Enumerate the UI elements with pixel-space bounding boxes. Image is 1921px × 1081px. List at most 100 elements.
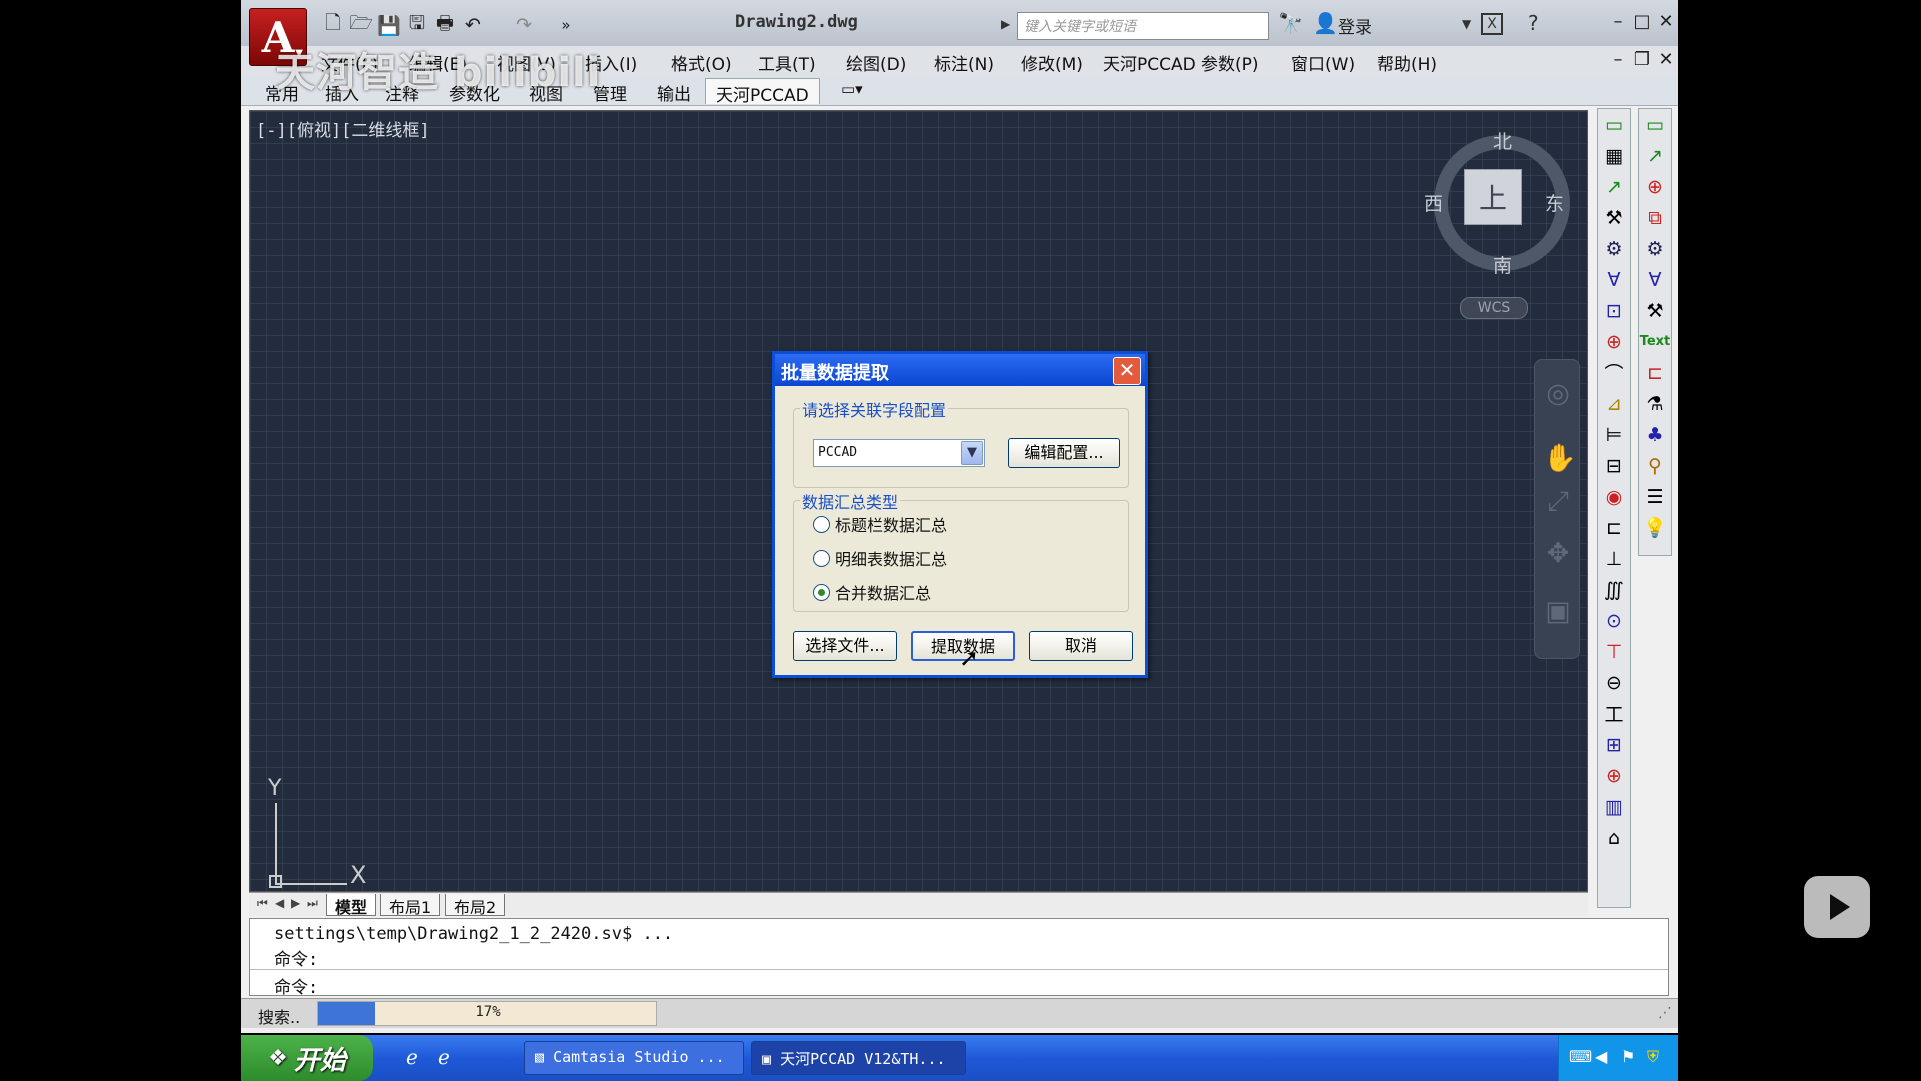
menu-help[interactable]: 帮助(H) bbox=[1377, 50, 1437, 75]
search-part-icon[interactable]: ⚲ bbox=[1639, 450, 1671, 481]
gear-part-icon[interactable]: ⚙ bbox=[1598, 233, 1630, 264]
minimize-icon[interactable]: – bbox=[1607, 11, 1629, 32]
chevron-down-icon[interactable]: ▼ bbox=[961, 441, 983, 465]
radio-circle[interactable] bbox=[813, 515, 830, 533]
print-icon[interactable]: 🖶 bbox=[432, 12, 458, 37]
bolt-icon[interactable]: ⊨ bbox=[1598, 419, 1630, 450]
pipe-icon[interactable]: ⊖ bbox=[1598, 667, 1630, 698]
tab-pccad[interactable]: 天河PCCAD bbox=[705, 78, 820, 106]
binoculars-icon[interactable]: 🔭 bbox=[1278, 11, 1303, 35]
help-icon[interactable]: ? bbox=[1528, 11, 1539, 35]
redo-icon[interactable]: ↷ bbox=[511, 13, 537, 37]
radio-circle[interactable] bbox=[813, 549, 830, 567]
hatch-tool-icon[interactable]: ⚒ bbox=[1598, 202, 1630, 233]
command-window[interactable]: settings\temp\Drawing2_1_2_2420.sv$ ... … bbox=[249, 918, 1669, 998]
doc-minimize-icon[interactable]: – bbox=[1607, 49, 1629, 70]
menu-modify[interactable]: 修改(M) bbox=[1021, 50, 1083, 75]
lightbulb-icon[interactable]: 💡 bbox=[1639, 512, 1671, 543]
zoom-extents-icon[interactable]: ⤢ bbox=[1543, 486, 1573, 517]
text-icon[interactable]: Text bbox=[1639, 326, 1671, 357]
copy-icon[interactable]: ⧉ bbox=[1639, 202, 1671, 233]
new-file-icon[interactable]: 🗋 bbox=[320, 12, 346, 37]
tolerance-icon[interactable]: ⊡ bbox=[1598, 295, 1630, 326]
shield-icon[interactable]: ⛨ bbox=[1647, 1047, 1659, 1067]
first-layout-icon[interactable]: ⏮ bbox=[257, 896, 268, 911]
structure-icon[interactable]: ⌂ bbox=[1598, 822, 1630, 853]
roughness-icon[interactable]: ∀ bbox=[1598, 264, 1630, 295]
pan-hand-icon[interactable]: ✋ bbox=[1543, 442, 1577, 474]
radio-circle-selected[interactable] bbox=[813, 583, 830, 601]
task-camtasia[interactable]: ▧ Camtasia Studio ... bbox=[524, 1041, 744, 1075]
save-as-icon[interactable]: 🖫 bbox=[404, 12, 430, 37]
compass-west[interactable]: 西 bbox=[1424, 189, 1443, 216]
rect-frame-icon[interactable]: ▭ bbox=[1639, 109, 1671, 140]
list-icon[interactable]: ☰ bbox=[1639, 481, 1671, 512]
next-layout-icon[interactable]: ▶ bbox=[291, 896, 300, 910]
doc-restore-icon[interactable]: ❐ bbox=[1631, 49, 1653, 70]
maximize-icon[interactable]: □ bbox=[1631, 11, 1653, 32]
viewport-label[interactable]: [-][俯视][二维线框] bbox=[256, 116, 430, 141]
library-icon[interactable]: ♣ bbox=[1639, 419, 1671, 450]
keyboard-icon[interactable]: ⌨ bbox=[1569, 1047, 1592, 1066]
tool-icon[interactable]: ⚒ bbox=[1639, 295, 1671, 326]
browser-icon[interactable]: ℯ bbox=[438, 1045, 450, 1069]
radio-bom[interactable]: 明细表数据汇总 bbox=[813, 547, 947, 569]
beam-icon[interactable]: 工 bbox=[1598, 698, 1630, 729]
menu-tools[interactable]: 工具(T) bbox=[758, 50, 816, 75]
last-layout-icon[interactable]: ⏭ bbox=[307, 896, 318, 911]
center-mark-icon[interactable]: ⊕ bbox=[1639, 171, 1671, 202]
wcs-menu[interactable]: WCS bbox=[1460, 297, 1528, 319]
menu-parameter[interactable]: 参数(P) bbox=[1201, 50, 1259, 75]
building-icon[interactable]: ▥ bbox=[1598, 791, 1630, 822]
bearing-icon[interactable]: ◉ bbox=[1598, 481, 1630, 512]
menu-draw[interactable]: 绘图(D) bbox=[846, 50, 906, 75]
weld-icon[interactable]: ⊿ bbox=[1598, 388, 1630, 419]
login-link[interactable]: 登录 bbox=[1338, 13, 1372, 38]
flange-icon[interactable]: ⊤ bbox=[1598, 636, 1630, 667]
tab-layout1[interactable]: 布局1 bbox=[380, 894, 441, 917]
gear-icon[interactable]: ⚙ bbox=[1639, 233, 1671, 264]
balloon-icon[interactable]: ⊏ bbox=[1639, 357, 1671, 388]
motor-icon[interactable]: ⊞ bbox=[1598, 729, 1630, 760]
close-icon[interactable]: ✕ bbox=[1655, 11, 1677, 32]
compass-north[interactable]: 北 bbox=[1493, 127, 1512, 154]
login-dropdown-icon[interactable]: ▼ bbox=[1462, 17, 1471, 31]
open-folder-icon[interactable]: 🗁 bbox=[348, 12, 374, 37]
menu-window[interactable]: 窗口(W) bbox=[1291, 50, 1355, 75]
command-input[interactable]: 命令: bbox=[274, 973, 318, 998]
select-file-button[interactable]: 选择文件... bbox=[793, 631, 897, 661]
symbol-icon[interactable]: ⚗ bbox=[1639, 388, 1671, 419]
showmotion-icon[interactable]: ▣ bbox=[1543, 596, 1573, 627]
steering-wheel-icon[interactable]: ◎ bbox=[1543, 378, 1573, 409]
tab-model[interactable]: 模型 bbox=[326, 894, 377, 917]
start-button[interactable]: ❖ 开始 bbox=[241, 1035, 373, 1081]
viewcube-top-face[interactable]: 上 bbox=[1464, 169, 1522, 225]
table-icon[interactable]: ▦ bbox=[1598, 140, 1630, 171]
user-icon[interactable]: 👤 bbox=[1313, 11, 1338, 35]
network-icon[interactable]: ⚑ bbox=[1621, 1047, 1635, 1066]
dialog-close-button[interactable]: ✕ bbox=[1113, 357, 1141, 385]
tab-output[interactable]: 输出 bbox=[647, 78, 701, 105]
undo-icon[interactable]: ↶ bbox=[460, 13, 486, 37]
doc-close-icon[interactable]: ✕ bbox=[1655, 49, 1677, 70]
expand-arrow-icon[interactable]: ▶ bbox=[1001, 17, 1010, 31]
shaft-icon[interactable]: ⊥ bbox=[1598, 543, 1630, 574]
menu-pccad[interactable]: 天河PCCAD bbox=[1103, 50, 1196, 75]
section-icon[interactable]: ⊟ bbox=[1598, 450, 1630, 481]
ribbon-options-icon[interactable]: ▭▾ bbox=[831, 78, 873, 104]
spring-icon[interactable]: ∭ bbox=[1598, 574, 1630, 605]
config-select[interactable]: PCCAD ▼ bbox=[813, 439, 985, 467]
compass-south[interactable]: 南 bbox=[1493, 251, 1512, 278]
menu-format[interactable]: 格式(O) bbox=[671, 50, 732, 75]
task-pccad[interactable]: ▣ 天河PCCAD V12&TH... bbox=[751, 1041, 966, 1075]
frame-icon[interactable]: ▭ bbox=[1598, 109, 1630, 140]
more-tools-icon[interactable]: » bbox=[553, 13, 579, 37]
compass-east[interactable]: 东 bbox=[1545, 189, 1564, 216]
ie-icon[interactable]: ℯ bbox=[406, 1045, 418, 1069]
prev-layout-icon[interactable]: ◀ bbox=[275, 896, 284, 910]
resize-grip-icon[interactable]: ⋰ bbox=[1658, 1005, 1672, 1021]
valve-icon[interactable]: ⊕ bbox=[1598, 760, 1630, 791]
key-icon[interactable]: ⊏ bbox=[1598, 512, 1630, 543]
arc-icon[interactable]: ⌒ bbox=[1598, 357, 1630, 388]
radio-titleblock[interactable]: 标题栏数据汇总 bbox=[813, 513, 947, 535]
